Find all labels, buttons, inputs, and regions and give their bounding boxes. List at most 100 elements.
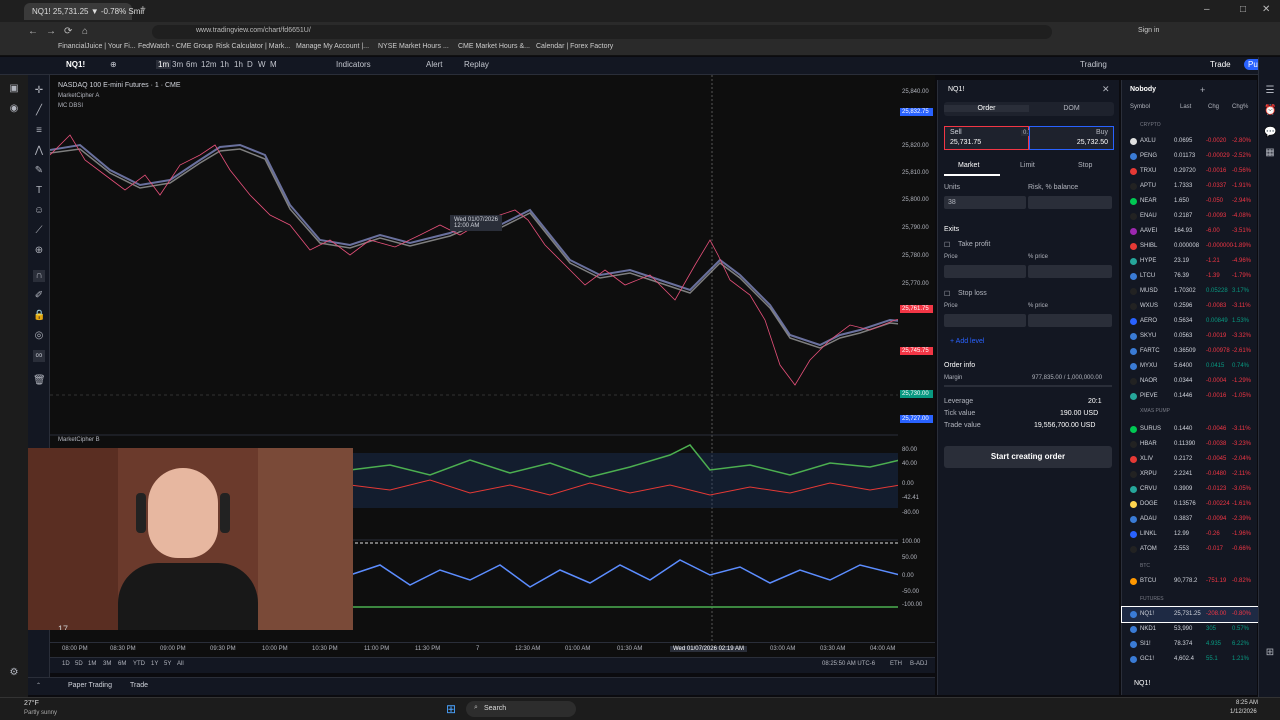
reload-icon[interactable]: ⟳ [64,26,72,37]
trash-icon[interactable]: 🗑 [33,375,46,387]
watchlist-row[interactable]: HYPE 23.19 -1.21 -4.96% [1122,254,1258,269]
watchlist-row[interactable]: NKD1 53,990 305 0.57% [1122,622,1258,637]
trading-menu[interactable]: Trading [1080,60,1107,69]
magnet-icon[interactable]: ∩ [33,270,45,282]
close-panel-icon[interactable]: ✕ [1102,84,1110,95]
watchlist-row[interactable]: PENG 0.01173 -0.00029 -2.52% [1122,149,1258,164]
risk-input[interactable] [1028,196,1112,209]
bookmark-item[interactable]: CME Market Hours &... [458,43,530,50]
watchlist-row[interactable]: NQ1! 25,731.25 -208.00 -0.80% [1121,606,1259,623]
symbol-search-button[interactable]: NQ1! [66,60,85,69]
watchlist-icon[interactable]: ☰ [1264,85,1276,97]
range-6m[interactable]: 6M [118,661,126,667]
order-type-stop[interactable]: Stop [1078,162,1092,169]
sl-price-input[interactable] [944,314,1026,327]
interval-6m[interactable]: 6m [186,60,197,69]
fib-icon[interactable]: ≡ [33,125,45,137]
bookmark-item[interactable]: NYSE Market Hours ... [378,43,449,50]
range-5y[interactable]: 5Y [164,661,171,667]
stop-loss-checkbox[interactable]: ☐ [944,290,950,298]
watchlist-owner[interactable]: Nobody [1130,86,1156,93]
session-toggle[interactable]: ETH [890,661,902,667]
price-axis[interactable]: 25,832.75 25,840.00 25,820.00 25,810.00 … [898,75,935,657]
col-symbol[interactable]: Symbol [1130,104,1150,110]
bookmark-item[interactable]: Manage My Account |... [296,43,369,50]
col-chgpct[interactable]: Chg% [1232,104,1248,110]
windows-start-icon[interactable]: ⊞ [446,702,456,716]
clock-display[interactable]: 08:25:50 AM UTC-6 [822,661,875,667]
watchlist-row[interactable]: SURUS 0.1440 -0.0046 -3.11% [1122,422,1258,437]
watchlist-row[interactable]: LTCU 76.39 -1.39 -1.79% [1122,269,1258,284]
watchlist-row[interactable]: CRVU 0.3909 -0.0123 -3.05% [1122,482,1258,497]
taskbar-search[interactable]: ⌕ Search [466,701,576,717]
eye-icon[interactable]: ◎ [33,330,45,342]
watchlist-row[interactable]: BTCU 90,778.2 -751.19 -0.82% [1122,574,1258,589]
interval-3m[interactable]: 3m [172,60,183,69]
trendline-icon[interactable]: ╱ [33,105,45,117]
footer-symbol[interactable]: NQ1! [1134,680,1150,687]
watchlist-row[interactable]: ENAU 0.2187 -0.0093 -4.08% [1122,209,1258,224]
crosshair-icon[interactable]: ✛ [33,85,45,97]
browser-tab-active[interactable]: NQ1! 25,731.25 ▼ -0.78% Smir [24,3,145,20]
lock-icon[interactable]: 🔒 [33,310,45,322]
watchlist-row[interactable]: AERO 0.5634 0.00849 1.53% [1122,314,1258,329]
range-ytd[interactable]: YTD [133,661,145,667]
trade-tab[interactable]: Trade [130,682,148,689]
new-tab-icon[interactable]: + [140,4,146,15]
compare-icon[interactable]: ⊕ [110,60,117,69]
units-input[interactable]: 38 [944,196,1026,209]
alert-button[interactable]: Alert [426,60,442,69]
section-xmas-pump[interactable]: XMAS PUMP [1140,408,1170,414]
sign-in-button[interactable]: Sign in [1138,27,1159,34]
sell-button[interactable]: Sell 25,731.75 [944,126,1029,150]
watchlist-row[interactable]: WXUS 0.2596 -0.0083 -3.11% [1122,299,1258,314]
maximize-icon[interactable]: □ [1240,4,1246,15]
pencil-icon[interactable]: ✐ [33,290,45,302]
watchlist-row[interactable]: DOGE 0.13576 -0.00224 -1.61% [1122,497,1258,512]
chat-icon[interactable]: 💬 [1264,127,1276,139]
calendar-icon[interactable]: ▦ [1264,147,1276,159]
watchlist-row[interactable]: XLIV 0.2172 -0.0045 -2.04% [1122,452,1258,467]
adj-toggle[interactable]: B-ADJ [910,661,927,667]
sl-pct-input[interactable] [1028,314,1112,327]
watchlist-row[interactable]: ADAU 0.3837 -0.0094 -2.39% [1122,512,1258,527]
interval-d[interactable]: D [247,60,253,69]
range-all[interactable]: All [177,661,184,667]
range-1d[interactable]: 1D [62,661,70,667]
tp-pct-input[interactable] [1028,265,1112,278]
interval-1h[interactable]: 1h [220,60,229,69]
section-btc[interactable]: BTC [1140,563,1150,569]
taskbar-date[interactable]: 1/12/2026 [1230,709,1257,715]
risk-label[interactable]: Risk, % balance [1028,184,1078,191]
close-icon[interactable]: ✕ [1262,4,1270,15]
text-icon[interactable]: T [33,185,45,197]
home-icon[interactable]: ⌂ [82,26,88,37]
watchlist-row[interactable]: NAOR 0.0344 -0.0004 -1.29% [1122,374,1258,389]
watchlist-row[interactable]: AAVEI 164.93 -6.00 -3.51% [1122,224,1258,239]
watchlist-row[interactable]: FARTC 0.36509 -0.00978 -2.61% [1122,344,1258,359]
bookmark-item[interactable]: Risk Calculator | Mark... [216,43,290,50]
note-icon[interactable]: ☺ [33,205,45,217]
col-last[interactable]: Last [1180,104,1191,110]
taskbar-time[interactable]: 8:25 AM [1236,700,1258,706]
start-creating-order-button[interactable]: Start creating order [944,446,1112,468]
tab-dom[interactable]: DOM [1029,105,1114,112]
watchlist-row[interactable]: APTU 1.7333 -0.0337 -1.91% [1122,179,1258,194]
ruler-icon[interactable]: ⟋ [33,225,45,237]
grid-icon[interactable]: ⊞ [1264,647,1276,659]
interval-1m[interactable]: 1m [156,60,172,69]
watchlist-row[interactable]: AXLU 0.0695 -0.0020 -2.80% [1122,134,1258,149]
trade-button[interactable]: Trade [1210,60,1231,69]
range-5d[interactable]: 5D [75,661,83,667]
tp-price-input[interactable] [944,265,1026,278]
tp-pct-label[interactable]: % price [1028,254,1048,260]
add-level-link[interactable]: + Add level [950,338,984,345]
interval-w[interactable]: W [258,60,266,69]
range-3m[interactable]: 3M [103,661,111,667]
back-icon[interactable]: ← [28,26,38,37]
range-1y[interactable]: 1Y [151,661,158,667]
section-crypto[interactable]: CRYPTO [1140,122,1161,128]
tab-order[interactable]: Order [944,105,1029,112]
order-type-market[interactable]: Market [958,162,979,169]
pattern-icon[interactable]: ⋀ [33,145,45,157]
